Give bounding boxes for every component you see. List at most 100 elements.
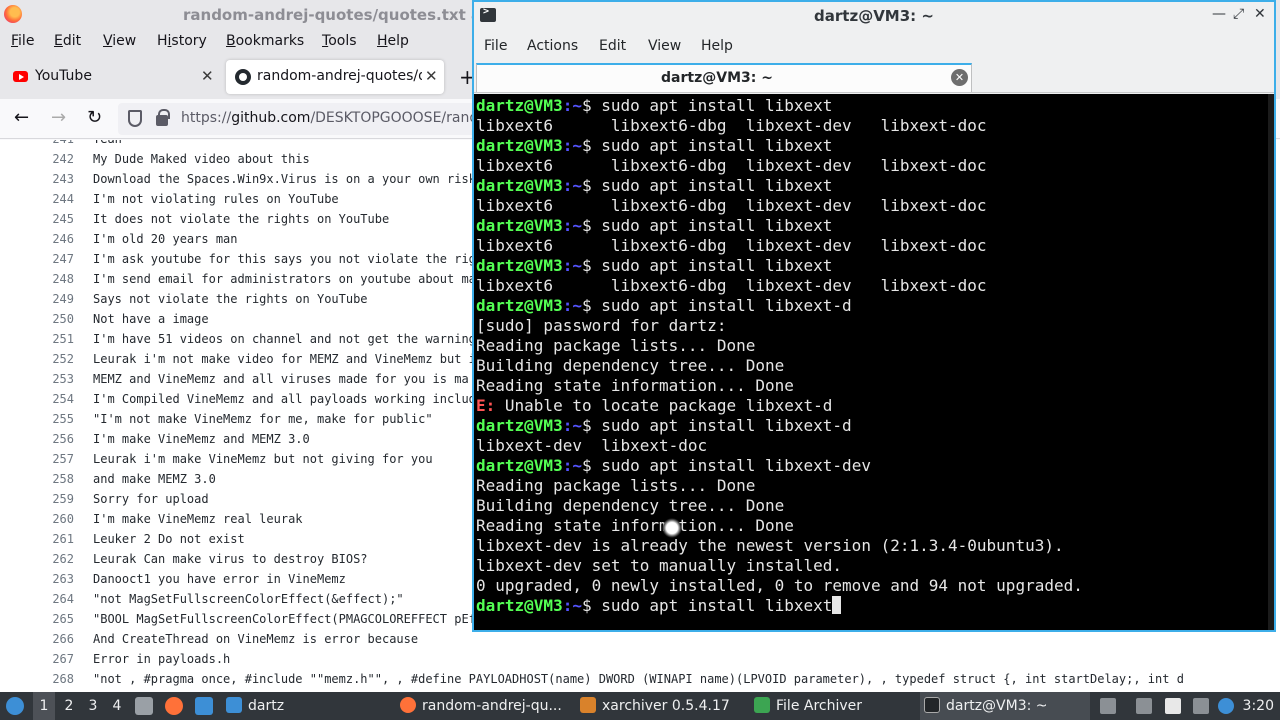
terminal-menu-actions[interactable]: Actions — [527, 38, 578, 54]
task-file-archiver[interactable]: File Archiver — [750, 692, 916, 720]
error-text: Unable to locate package libxext-d — [495, 396, 833, 415]
task-firefox[interactable]: random-andrej-qu... — [396, 692, 570, 720]
code-line: 266 And CreateThread on VineMemz is error… — [0, 632, 1280, 652]
code-line: 268 "not , #pragma once, #include ""memz.… — [0, 672, 1280, 692]
tab-youtube[interactable]: YouTube ✕ — [4, 60, 218, 94]
prompt-path: :~ — [562, 456, 582, 475]
tray-eject[interactable] — [1100, 692, 1116, 720]
line-number: 258 — [52, 472, 74, 486]
terminal-command-line: dartz@VM3:~$ sudo apt install libxext-d — [476, 296, 852, 316]
clock[interactable]: 3:20 — [1243, 692, 1274, 720]
task-xarchiver[interactable]: xarchiver 0.5.4.17 — [576, 692, 746, 720]
tray-network[interactable] — [1193, 692, 1209, 720]
workspace-3[interactable]: 3 — [82, 692, 104, 720]
back-button[interactable]: ← — [14, 107, 29, 128]
line-text: "not , #pragma once, #include ""memz.h""… — [93, 672, 1184, 686]
clipboard-icon — [1165, 698, 1181, 714]
menu-edit[interactable]: Edit — [54, 33, 81, 49]
terminal-scrollbar[interactable] — [1268, 94, 1274, 630]
prompt-symbol: $ — [581, 596, 602, 615]
command-text: sudo apt install libxext — [601, 96, 833, 115]
task-dartz-folder[interactable]: dartz — [222, 692, 392, 720]
tab-label: YouTube — [35, 68, 92, 84]
line-text: It does not violate the rights on YouTub… — [93, 212, 390, 226]
tray-update[interactable] — [1218, 692, 1234, 720]
workspace-4[interactable]: 4 — [106, 692, 128, 720]
start-menu-button[interactable] — [6, 692, 24, 720]
terminal-menu-edit[interactable]: Edit — [599, 38, 626, 54]
line-text: Leurak i'm not make video for MEMZ and V… — [93, 352, 476, 366]
url-path: /DESKTOPGOOOSE/rand — [310, 110, 479, 126]
maximize-button[interactable]: ⤢ — [1233, 6, 1244, 22]
lock-icon[interactable] — [156, 109, 170, 126]
terminal-window-title: dartz@VM3: ~ — [814, 7, 934, 25]
close-button[interactable]: ✕ — [1254, 6, 1266, 22]
line-number: 257 — [52, 452, 74, 466]
error-prefix: E: — [476, 396, 496, 415]
terminal-titlebar[interactable]: dartz@VM3: ~ — ⤢ ✕ — [474, 2, 1274, 31]
url-text[interactable]: https://github.com/DESKTOPGOOOSE/rand — [181, 110, 478, 126]
terminal-output-line: Building dependency tree... Done — [476, 496, 785, 515]
line-number: 268 — [52, 672, 74, 686]
tracking-shield-icon[interactable] — [128, 110, 142, 127]
network-icon — [1193, 698, 1209, 714]
desktop-launcher[interactable] — [195, 692, 213, 720]
tray-clipboard[interactable] — [1165, 692, 1181, 720]
minimize-button[interactable]: — — [1212, 6, 1226, 22]
taskbar: 1 2 3 4 dartz random-andrej-qu... xarchi… — [0, 692, 1280, 720]
close-tab-icon[interactable]: ✕ — [951, 69, 968, 86]
line-text: "I'm not make VineMemz for me, make for … — [93, 412, 433, 426]
url-prefix: https:// — [181, 110, 232, 126]
command-text: sudo apt install libxext — [601, 216, 833, 235]
reload-button[interactable]: ↻ — [87, 107, 102, 128]
line-number: 260 — [52, 512, 74, 526]
prompt-symbol: $ — [581, 96, 602, 115]
line-number: 267 — [52, 652, 74, 666]
terminal-window: dartz@VM3: ~ — ⤢ ✕ File Actions Edit Vie… — [472, 0, 1276, 632]
task-label: dartz@VM3: ~ — [946, 698, 1048, 714]
files-launcher[interactable] — [135, 692, 153, 720]
menu-history[interactable]: History — [157, 33, 207, 49]
terminal-tab[interactable]: dartz@VM3: ~ ✕ — [476, 63, 972, 92]
menu-bookmarks[interactable]: Bookmarks — [226, 33, 304, 49]
menu-tools[interactable]: Tools — [322, 33, 357, 49]
line-number: 261 — [52, 532, 74, 546]
forward-button[interactable]: → — [51, 107, 66, 128]
line-number: 241 — [38, 140, 74, 146]
line-number: 242 — [52, 152, 74, 166]
terminal-output-line: Reading state information... Done — [476, 376, 794, 395]
line-text: I'm ask youtube for this says you not vi… — [93, 252, 476, 266]
line-text: Sorry for upload — [93, 492, 209, 506]
menu-view[interactable]: View — [103, 33, 136, 49]
line-number: 245 — [52, 212, 74, 226]
terminal-command-line: dartz@VM3:~$ sudo apt install libxext — [476, 96, 832, 116]
workspace-1[interactable]: 1 — [33, 692, 55, 720]
command-text: sudo apt install libxext-d — [601, 416, 852, 435]
line-text: and make MEMZ 3.0 — [93, 472, 216, 486]
task-terminal[interactable]: dartz@VM3: ~ — [920, 692, 1090, 720]
close-tab-icon[interactable]: ✕ — [201, 67, 214, 85]
menu-help[interactable]: Help — [377, 33, 409, 49]
line-number: 253 — [52, 372, 74, 386]
prompt-symbol: $ — [581, 256, 602, 275]
close-tab-icon[interactable]: ✕ — [425, 67, 438, 85]
workspace-2[interactable]: 2 — [58, 692, 80, 720]
terminal-output-line: libxext6 libxext6-dbg libxext-dev libxex… — [476, 276, 987, 295]
desktop-icon — [195, 697, 213, 715]
line-number: 266 — [52, 632, 74, 646]
menu-file[interactable]: File — [11, 33, 34, 49]
terminal-output[interactable]: dartz@VM3:~$ sudo apt install libxext lib… — [474, 94, 1274, 630]
code-line: 267 Error in payloads.h — [0, 652, 1280, 672]
volume-icon — [1136, 698, 1152, 714]
terminal-menu-help[interactable]: Help — [701, 38, 733, 54]
terminal-menu-view[interactable]: View — [648, 38, 681, 54]
line-number: 244 — [52, 192, 74, 206]
tray-volume[interactable] — [1136, 692, 1152, 720]
firefox-icon — [4, 5, 22, 23]
terminal-menu-file[interactable]: File — [484, 38, 507, 54]
firefox-launcher[interactable] — [165, 692, 183, 720]
prompt-user: dartz@VM3 — [476, 416, 563, 435]
line-text: I'm Compiled VineMemz and all payloads w… — [93, 392, 476, 406]
prompt-path: :~ — [562, 256, 582, 275]
tab-github[interactable]: random-andrej-quotes/qu ✕ — [226, 60, 444, 94]
